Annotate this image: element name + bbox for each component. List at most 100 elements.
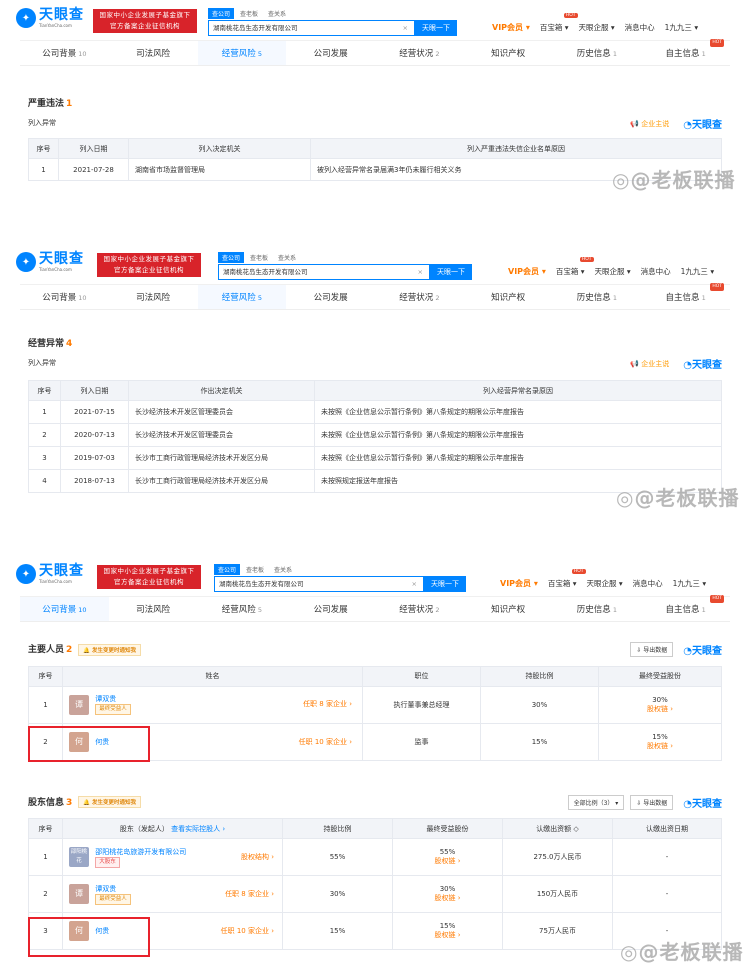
tab-legal[interactable]: 司法风险 [109, 285, 198, 309]
search-tab-relation[interactable]: 查关系 [264, 8, 290, 19]
tyc-brand-text: 天眼查 [692, 120, 722, 131]
tab-operation-risk[interactable]: 经营风险 5 [197, 41, 287, 65]
messages-link[interactable]: 消息中心 [633, 578, 663, 589]
user-menu[interactable]: 1九九三 ▾ [673, 578, 706, 589]
tab-ip[interactable]: 知识产权 [464, 597, 553, 621]
search-button[interactable]: 天眼一下 [424, 576, 466, 592]
screenshot-panel-2: ✦ 天眼查 TianYanCha.com 国家中小企业发展子基金旗下 官方备案企业征… [0, 244, 750, 510]
equity-structure-link[interactable]: 股权结构 › [241, 847, 274, 867]
equity-chain-link[interactable]: 股权链 › [434, 931, 460, 939]
col-header[interactable]: 认缴出资额 ◇ [502, 818, 613, 839]
tab-legal[interactable]: 司法风险 [109, 41, 198, 65]
logo[interactable]: ✦ 天眼查 TianYanCha.com [16, 252, 84, 272]
vip-link[interactable]: VIP会员 ▾ [508, 266, 546, 277]
search-tab-boss[interactable]: 查老板 [246, 252, 272, 263]
equity-chain-link[interactable]: 股权链 › [647, 742, 673, 750]
messages-link[interactable]: 消息中心 [625, 22, 655, 33]
tab-history[interactable]: 历史信息 1 [553, 597, 642, 621]
tab-self-info[interactable]: HOT 自主信息 1 [641, 595, 730, 621]
search-tab-boss[interactable]: 查老板 [236, 8, 262, 19]
export-button[interactable]: ⇩ 导出数据 [630, 794, 674, 810]
search-tab-company[interactable]: 查公司 [208, 8, 235, 19]
tab-legal[interactable]: 司法风险 [109, 597, 198, 621]
logo[interactable]: ✦ 天眼查 TianYanCha.com [16, 564, 84, 584]
enterprise-link[interactable]: 天眼企服 ▾ [579, 22, 615, 33]
tab-background[interactable]: 公司背景 10 [20, 285, 109, 309]
vip-link[interactable]: VIP会员 ▾ [500, 578, 538, 589]
export-button[interactable]: ⇩ 导出数据 [630, 642, 674, 657]
tab-development[interactable]: 公司发展 [286, 285, 375, 309]
tab-status[interactable]: 经营状况 2 [375, 597, 464, 621]
search-tab-company[interactable]: 查公司 [214, 564, 241, 575]
treasure-link[interactable]: HOT 百宝箱 ▾ [556, 257, 594, 277]
tab-history[interactable]: 历史信息 1 [553, 285, 642, 309]
logo[interactable]: ✦ 天眼查 TianYanCha.com [16, 8, 84, 28]
enterprise-link[interactable]: 天眼企服 ▾ [587, 578, 623, 589]
tab-background[interactable]: 公司背景 10 [20, 41, 109, 65]
search-tab-boss[interactable]: 查老板 [242, 564, 268, 575]
jobs-link[interactable]: 任职 8 家企业 › [225, 884, 274, 904]
col-header: 最终受益股份 [392, 818, 503, 839]
tab-operation-risk[interactable]: 经营风险 5 [197, 285, 287, 309]
tab-background[interactable]: 公司背景 10 [20, 597, 109, 621]
search-input[interactable]: 湖南桃花岛生态开发有限公司 × [208, 20, 415, 36]
owner-says-link[interactable]: 📢 企业主说 [630, 119, 669, 129]
treasure-link[interactable]: HOT 百宝箱 ▾ [548, 569, 586, 589]
section-title: 经营异常 4 [28, 336, 722, 349]
tyc-brand-text: 天眼查 [692, 798, 722, 810]
person-name-link[interactable]: 谭双贵 [95, 695, 116, 703]
search-tab-company[interactable]: 查公司 [218, 252, 245, 263]
tab-self-info[interactable]: HOT 自主信息 1 [641, 39, 730, 65]
clear-icon[interactable]: × [403, 21, 408, 35]
clear-icon[interactable]: × [418, 265, 423, 279]
jobs-link[interactable]: 任职 8 家企业 › [303, 694, 352, 714]
actual-controller-link[interactable]: 查看实际控股人 › [171, 825, 225, 833]
ratio-select[interactable]: 全部比例（3） ▾ [567, 794, 625, 810]
jobs-link[interactable]: 任职 10 家企业 › [221, 921, 274, 941]
jobs-link[interactable]: 任职 10 家企业 › [299, 732, 352, 752]
tab-label: 知识产权 [491, 293, 526, 303]
tab-self-info[interactable]: HOT 自主信息 1 [641, 283, 730, 309]
vip-link[interactable]: VIP会员 ▾ [492, 22, 530, 33]
equity-chain-link[interactable]: 股权链 › [434, 894, 460, 902]
hot-badge: HOT [710, 595, 724, 603]
holder-name-link[interactable]: 邵阳桃花岛旅游开发有限公司 [95, 848, 186, 856]
messages-link[interactable]: 消息中心 [641, 266, 671, 277]
holder-cell: 谭 谭双贵 最终受益人 任职 8 家企业 › [62, 875, 283, 913]
notify-button[interactable]: 🔔 发生变更时通知我 [78, 643, 142, 656]
user-menu[interactable]: 1九九三 ▾ [681, 266, 714, 277]
search-tab-relation[interactable]: 查关系 [274, 252, 300, 263]
search-tab-relation[interactable]: 查关系 [270, 564, 296, 575]
tab-development[interactable]: 公司发展 [286, 41, 375, 65]
col-header: 列入严重违法失信企业名单原因 [310, 138, 722, 159]
tab-ip[interactable]: 知识产权 [464, 41, 553, 65]
watermark-text: @老板联播 [638, 940, 744, 964]
equity-chain-link[interactable]: 股权链 › [647, 705, 673, 713]
tab-label: 自主信息 [665, 293, 700, 303]
tab-ip[interactable]: 知识产权 [464, 285, 553, 309]
tab-count: 2 [435, 606, 440, 614]
equity-chain-link[interactable]: 股权链 › [434, 857, 460, 865]
benefit-cell: 30% 股权链 › [598, 685, 722, 724]
clear-icon[interactable]: × [412, 577, 417, 591]
tab-history[interactable]: 历史信息 1 [553, 41, 642, 65]
search-button[interactable]: 天眼一下 [415, 20, 457, 36]
cell: 执行董事兼总经理 [362, 685, 481, 724]
treasure-link[interactable]: HOT 百宝箱 ▾ [540, 13, 578, 33]
tab-operation-risk[interactable]: 经营风险 5 [198, 597, 287, 621]
person-info: 谭双贵 最终受益人 [95, 694, 131, 715]
notify-button[interactable]: 🔔 发生变更时通知我 [78, 796, 142, 808]
owner-says-link[interactable]: 📢 企业主说 [630, 359, 669, 369]
col-header: 序号 [28, 818, 63, 839]
tab-development[interactable]: 公司发展 [286, 597, 375, 621]
enterprise-link[interactable]: 天眼企服 ▾ [595, 266, 631, 277]
tab-status[interactable]: 经营状况 2 [375, 285, 464, 309]
search-input[interactable]: 湖南桃花岛生态开发有限公司 × [218, 264, 430, 280]
search-button[interactable]: 天眼一下 [430, 264, 472, 280]
holder-name-link[interactable]: 谭双贵 [95, 885, 116, 893]
user-menu[interactable]: 1九九三 ▾ [665, 22, 698, 33]
tab-bar: 公司背景 10 司法风险 经营风险 5 公司发展 经营状况 2 知识产权 历史信息 1 … [20, 283, 730, 310]
cert-line1: 国家中小企业发展子基金旗下 [99, 11, 191, 19]
tab-status[interactable]: 经营状况 2 [375, 41, 464, 65]
search-input[interactable]: 湖南桃花岛生态开发有限公司 × [214, 576, 424, 592]
